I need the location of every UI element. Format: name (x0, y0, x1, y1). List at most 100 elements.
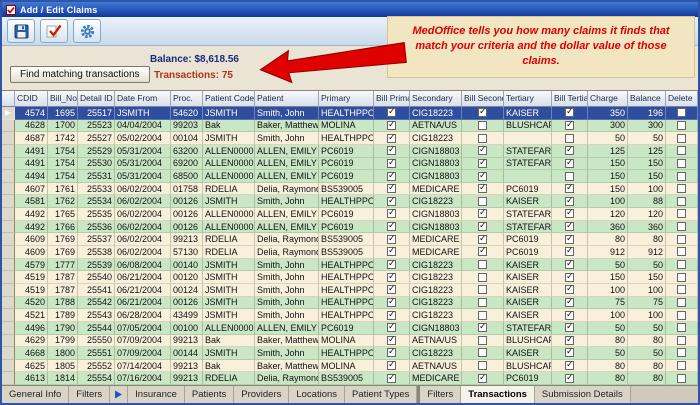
delete-checkbox[interactable] (677, 197, 686, 206)
row-selector-cell[interactable] (2, 132, 15, 145)
settings-button[interactable] (73, 19, 101, 43)
bill_primary-checkbox[interactable]: ✓ (387, 336, 396, 345)
bill_secondary-checkbox[interactable]: ✓ (478, 159, 487, 168)
bill_tertiary-checkbox[interactable]: ✓ (565, 311, 574, 320)
row-selector-cell[interactable] (2, 309, 15, 322)
column-header-bill_tertiary[interactable]: Bill Tertiary (552, 91, 588, 107)
bill_secondary-checkbox[interactable]: ✓ (478, 247, 487, 256)
bill_secondary-checkbox[interactable] (478, 285, 487, 294)
column-header-charge[interactable]: Charge (588, 91, 628, 107)
bill_primary-checkbox[interactable]: ✓ (387, 298, 396, 307)
grid-row[interactable]: 449217662553606/02/200400126ALLEN0000ALL… (2, 221, 698, 234)
delete-checkbox[interactable] (677, 361, 686, 370)
grid-row[interactable]: 462917992555007/09/200499213BakBaker, Ma… (2, 335, 698, 348)
column-header-patient_code[interactable]: Patient Code (203, 91, 255, 107)
delete-checkbox[interactable] (677, 184, 686, 193)
bill_tertiary-checkbox[interactable]: ✓ (565, 273, 574, 282)
bill_primary-checkbox[interactable]: ✓ (387, 374, 396, 383)
bill_primary-checkbox[interactable]: ✓ (387, 247, 396, 256)
grid-row[interactable]: 462817002552304/04/200499203BakBaker, Ma… (2, 120, 698, 133)
bill_secondary-checkbox[interactable]: ✓ (478, 374, 487, 383)
delete-checkbox[interactable] (677, 374, 686, 383)
column-header-delete[interactable]: Delete (666, 91, 698, 107)
bill_primary-checkbox[interactable]: ✓ (387, 311, 396, 320)
bill_tertiary-checkbox[interactable] (565, 134, 574, 143)
grid-row[interactable]: 457917772553906/08/200400140JSMITHSmith,… (2, 259, 698, 272)
delete-checkbox[interactable] (677, 222, 686, 231)
row-selector-cell[interactable] (2, 208, 15, 221)
bill_primary-checkbox[interactable]: ✓ (387, 121, 396, 130)
bill_secondary-checkbox[interactable]: ✓ (478, 323, 487, 332)
column-header-date_from[interactable]: Date From (115, 91, 171, 107)
bill_tertiary-checkbox[interactable]: ✓ (565, 348, 574, 357)
column-header-bill_no[interactable]: Bill_No (48, 91, 78, 107)
column-header-detail_id[interactable]: Detail ID (78, 91, 115, 107)
grid-row[interactable]: 452117892554306/28/200443499JSMITHSmith,… (2, 309, 698, 322)
delete-checkbox[interactable] (677, 285, 686, 294)
bill_tertiary-checkbox[interactable]: ✓ (565, 159, 574, 168)
bill_secondary-checkbox[interactable] (478, 298, 487, 307)
grid-row[interactable]: 452017882554206/21/200400126JSMITHSmith,… (2, 297, 698, 310)
tab-submission-details[interactable]: Submission Details (535, 386, 631, 403)
row-selector-cell[interactable] (2, 259, 15, 272)
column-header-bill_primary[interactable]: Bill Primary (374, 91, 410, 107)
row-selector-cell[interactable] (2, 170, 15, 183)
bill_primary-checkbox[interactable]: ✓ (387, 159, 396, 168)
bill_tertiary-checkbox[interactable]: ✓ (565, 260, 574, 269)
bill_secondary-checkbox[interactable] (478, 134, 487, 143)
bill_tertiary-checkbox[interactable]: ✓ (565, 209, 574, 218)
bill_secondary-checkbox[interactable]: ✓ (478, 235, 487, 244)
delete-checkbox[interactable] (677, 247, 686, 256)
row-selector-cell[interactable] (2, 221, 15, 234)
delete-checkbox[interactable] (677, 260, 686, 269)
grid-row[interactable]: 461318142555407/16/200499213RDELIADelia,… (2, 372, 698, 385)
column-header-proc[interactable]: Proc. (171, 91, 203, 107)
grid-row[interactable]: 460917692553706/02/200499213RDELIADelia,… (2, 233, 698, 246)
row-selector-cell[interactable] (2, 145, 15, 158)
grid-row[interactable]: 466818002555107/09/200400144JSMITHSmith,… (2, 347, 698, 360)
tab-insurance[interactable]: Insurance (128, 386, 185, 403)
save-button[interactable] (7, 19, 35, 43)
delete-checkbox[interactable] (677, 323, 686, 332)
grid-row[interactable]: 451917872554006/21/200400120JSMITHSmith,… (2, 271, 698, 284)
grid-row[interactable]: 449417542553105/31/200468500ALLEN0000ALL… (2, 170, 698, 183)
bill_secondary-checkbox[interactable] (478, 260, 487, 269)
tab-nav-arrow-icon[interactable] (110, 386, 128, 403)
bill_primary-checkbox[interactable]: ✓ (387, 134, 396, 143)
row-selector-cell[interactable]: ▶ (2, 107, 15, 120)
bill_primary-checkbox[interactable]: ✓ (387, 108, 396, 117)
row-selector-cell[interactable] (2, 322, 15, 335)
column-header-primary[interactable]: Primary (319, 91, 374, 107)
bill_tertiary-checkbox[interactable]: ✓ (565, 336, 574, 345)
tab-transactions[interactable]: Transactions (461, 386, 535, 403)
delete-checkbox[interactable] (677, 134, 686, 143)
row-selector-cell[interactable] (2, 183, 15, 196)
bill_tertiary-checkbox[interactable]: ✓ (565, 108, 574, 117)
bill_secondary-checkbox[interactable]: ✓ (478, 146, 487, 155)
row-selector-cell[interactable] (2, 158, 15, 171)
grid-row[interactable]: 462518052555207/14/200499213BakBaker, Ma… (2, 360, 698, 373)
bill_primary-checkbox[interactable]: ✓ (387, 285, 396, 294)
delete-checkbox[interactable] (677, 209, 686, 218)
tab-locations[interactable]: Locations (289, 386, 345, 403)
grid-row-selected[interactable]: ▶4574169525517JSMITH54620JSMITHSmith, Jo… (2, 107, 698, 120)
bill_tertiary-checkbox[interactable]: ✓ (565, 146, 574, 155)
row-selector-cell[interactable] (2, 284, 15, 297)
column-header-patient[interactable]: Patient (255, 91, 319, 107)
row-selector-cell[interactable] (2, 297, 15, 310)
bill_tertiary-checkbox[interactable]: ✓ (565, 361, 574, 370)
bill_tertiary-checkbox[interactable]: ✓ (565, 197, 574, 206)
row-selector-cell[interactable] (2, 372, 15, 385)
grid-row[interactable]: 449617902554407/05/200400100ALLEN0000ALL… (2, 322, 698, 335)
bill_primary-checkbox[interactable]: ✓ (387, 146, 396, 155)
bill_tertiary-checkbox[interactable] (565, 172, 574, 181)
column-header-bill_secondary[interactable]: Bill Secondary (462, 91, 504, 107)
bill_secondary-checkbox[interactable] (478, 311, 487, 320)
bill_tertiary-checkbox[interactable]: ✓ (565, 374, 574, 383)
delete-checkbox[interactable] (677, 172, 686, 181)
bill_secondary-checkbox[interactable] (478, 336, 487, 345)
column-header-secondary[interactable]: Secondary (410, 91, 462, 107)
bill_primary-checkbox[interactable]: ✓ (387, 361, 396, 370)
bill_primary-checkbox[interactable]: ✓ (387, 235, 396, 244)
bill_secondary-checkbox[interactable] (478, 121, 487, 130)
